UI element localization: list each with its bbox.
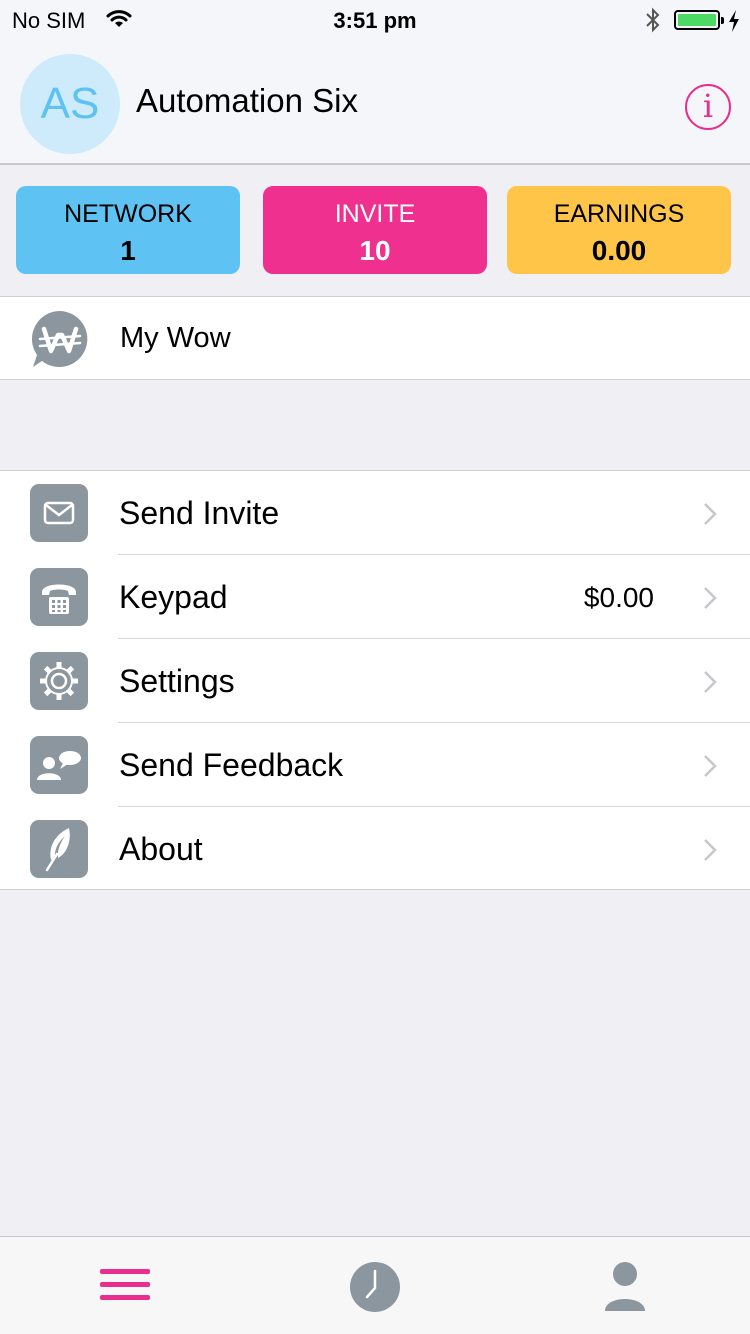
- menu-item-settings[interactable]: Settings: [0, 639, 750, 723]
- battery-indicator: [674, 10, 724, 30]
- keypad-phone-icon: [30, 568, 88, 626]
- invite-label: INVITE: [334, 200, 416, 228]
- person-icon: [605, 1262, 645, 1311]
- app-screen: No SIM 3:51 pm AS Automation Six i NETWO…: [0, 0, 750, 1334]
- tab-bar: [0, 1236, 750, 1334]
- earnings-stat-button[interactable]: EARNINGS 0.00: [507, 186, 731, 274]
- status-bar: No SIM 3:51 pm: [0, 0, 750, 40]
- envelope-icon: [30, 484, 88, 542]
- earnings-label: EARNINGS: [553, 200, 685, 228]
- chevron-right-icon: [704, 755, 717, 777]
- gear-icon: [30, 652, 88, 710]
- menu-item-label: About: [119, 831, 203, 867]
- tab-profile[interactable]: [500, 1237, 750, 1334]
- my-wow-row[interactable]: My Wow: [0, 296, 750, 380]
- info-icon[interactable]: i: [685, 84, 731, 130]
- battery-fill: [678, 14, 716, 26]
- network-label: NETWORK: [64, 200, 192, 228]
- menu-item-send-invite[interactable]: Send Invite: [0, 471, 750, 555]
- tab-menu[interactable]: [0, 1237, 250, 1334]
- invite-stat-button[interactable]: INVITE 10: [263, 186, 487, 274]
- charging-icon: [729, 10, 739, 32]
- network-stat-button[interactable]: NETWORK 1: [16, 186, 240, 274]
- menu-list: Send Invite Keypad $0.00 Settings Send F…: [0, 470, 750, 890]
- hamburger-icon: [100, 1269, 150, 1300]
- chevron-right-icon: [704, 839, 717, 861]
- invite-value: 10: [359, 235, 391, 266]
- wow-logo-icon: [31, 311, 88, 367]
- feedback-icon: [30, 736, 88, 794]
- menu-item-label: Settings: [119, 663, 235, 699]
- menu-item-label: Send Invite: [119, 495, 280, 531]
- menu-item-about[interactable]: About: [0, 807, 750, 891]
- my-wow-label: My Wow: [120, 322, 231, 354]
- avatar[interactable]: AS: [20, 54, 120, 154]
- menu-item-label: Send Feedback: [119, 747, 344, 783]
- feather-icon: [30, 820, 88, 878]
- tab-history[interactable]: [250, 1237, 500, 1334]
- bluetooth-icon: [646, 7, 660, 33]
- clock-icon: [350, 1262, 400, 1312]
- profile-name: Automation Six: [136, 82, 358, 119]
- chevron-right-icon: [704, 503, 717, 525]
- battery-nub: [721, 17, 724, 24]
- keypad-balance: $0.00: [583, 582, 654, 613]
- clock-time: 3:51 pm: [333, 8, 417, 33]
- menu-item-keypad[interactable]: Keypad $0.00: [0, 555, 750, 639]
- chevron-right-icon: [704, 587, 717, 609]
- chevron-right-icon: [704, 671, 717, 693]
- network-value: 1: [120, 235, 136, 266]
- earnings-value: 0.00: [591, 235, 647, 266]
- stats-bar: NETWORK 1 INVITE 10 EARNINGS 0.00: [0, 167, 750, 297]
- menu-item-label: Keypad: [119, 579, 228, 615]
- profile-header: AS Automation Six i: [0, 40, 750, 165]
- menu-item-send-feedback[interactable]: Send Feedback: [0, 723, 750, 807]
